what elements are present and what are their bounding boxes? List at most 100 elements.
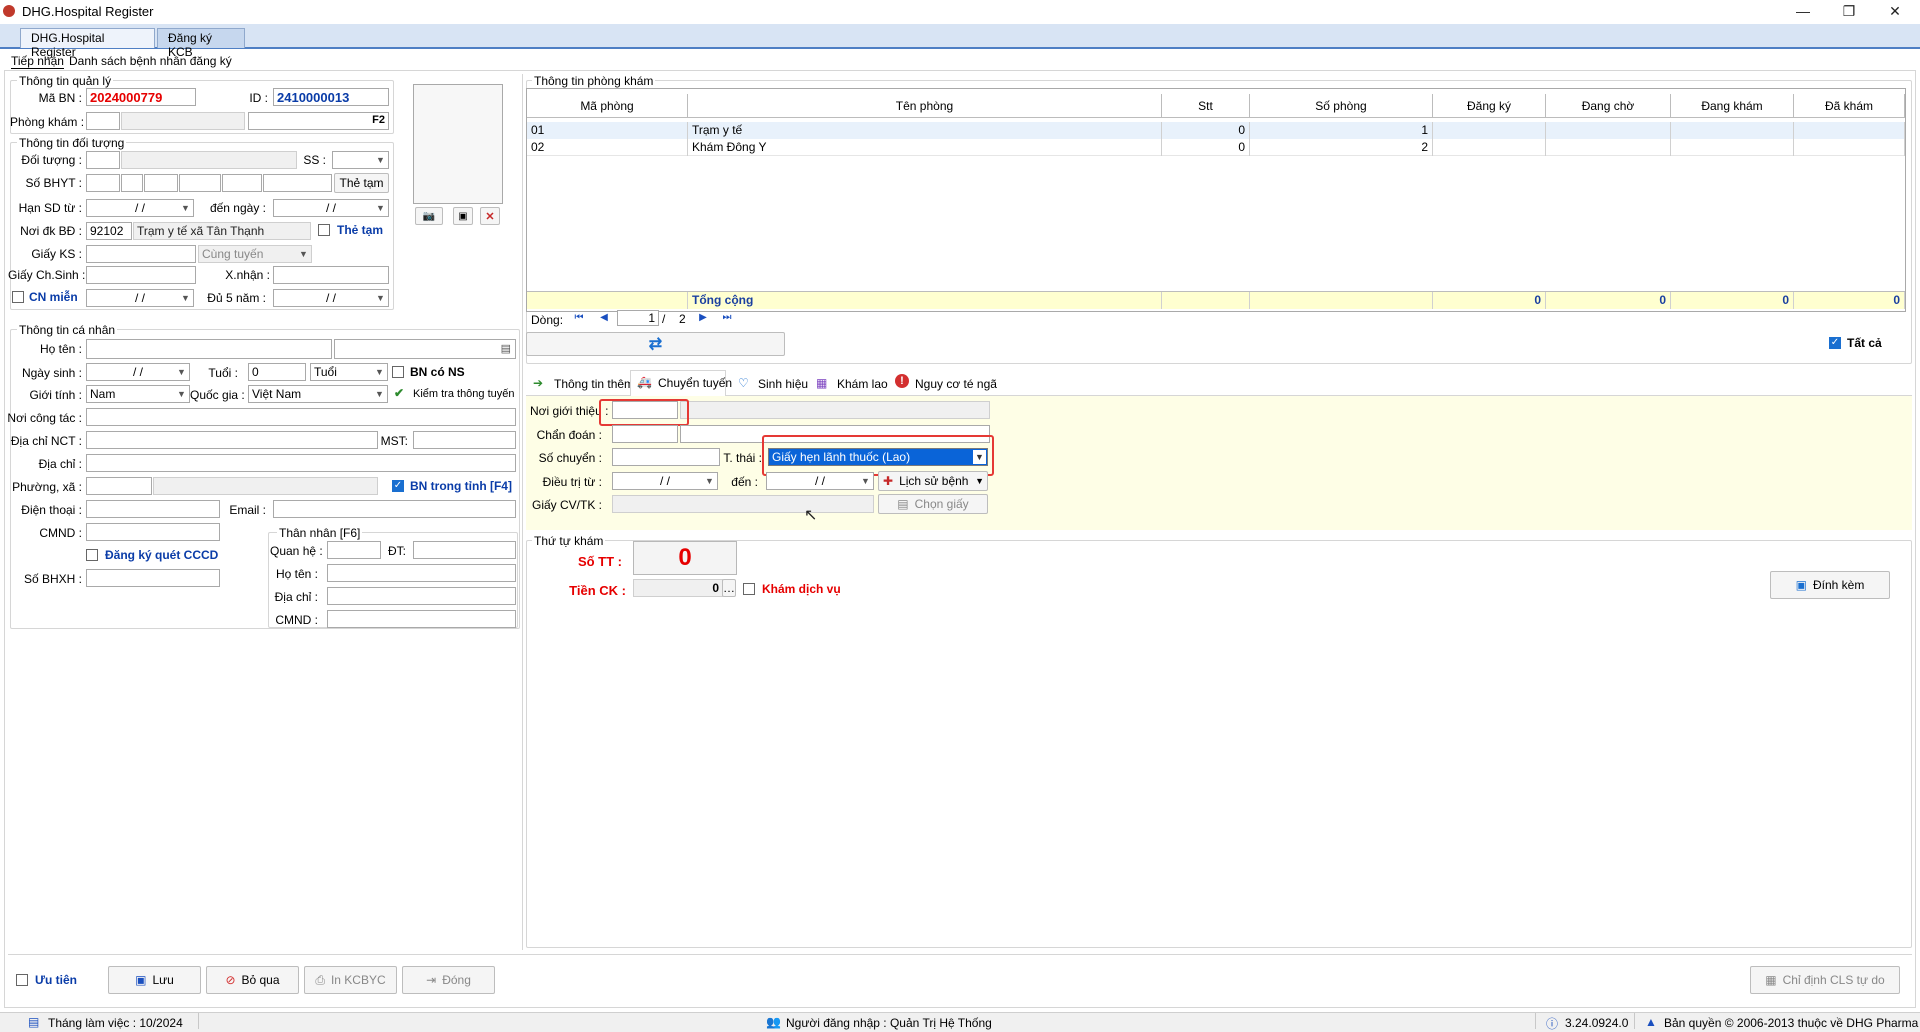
camera-capture-button[interactable]: 📷	[415, 207, 443, 225]
doi-tuong-name-field	[121, 151, 297, 169]
dinh-kem-button[interactable]: ▣ Đính kèm	[1770, 571, 1890, 599]
luu-button[interactable]: ▣ Lưu	[108, 966, 201, 994]
in-kcbyc-button[interactable]: ⎙ In KCBYC	[304, 966, 397, 994]
col-dang-ky[interactable]: Đăng ký	[1433, 94, 1546, 118]
dieu-tri-from-date[interactable]: / / ▼	[612, 472, 718, 490]
bo-qua-button[interactable]: ⊘ Bỏ qua	[206, 966, 299, 994]
dk-quet-cccd-checkbox[interactable]	[86, 549, 98, 561]
bhyt-part3-input[interactable]	[144, 174, 178, 192]
noi-cong-tac-input[interactable]	[86, 408, 516, 426]
giay-ks-input[interactable]	[86, 245, 196, 263]
page-number-input[interactable]: 1	[617, 310, 659, 326]
email-input[interactable]	[273, 500, 516, 518]
du5nam-date[interactable]: / / ▼	[273, 289, 389, 307]
doi-tuong-code-input[interactable]	[86, 151, 120, 169]
the-tam-checkbox[interactable]	[318, 224, 330, 236]
phong-kham-code-input[interactable]	[86, 112, 120, 130]
refresh-button[interactable]: ⇄	[526, 332, 785, 356]
bhyt-part5-input[interactable]	[222, 174, 262, 192]
dong-button[interactable]: ⇥ Đóng	[402, 966, 495, 994]
title-bar	[0, 0, 1920, 24]
tab-hospital-register[interactable]: DHG.Hospital Register	[20, 28, 155, 59]
photo-upload-button[interactable]: ▣	[453, 207, 473, 225]
gioi-tinh-select[interactable]: Nam ▼	[86, 385, 190, 403]
dieu-tri-to-date[interactable]: / / ▼	[766, 472, 874, 490]
col-ma-phong[interactable]: Mã phòng	[527, 94, 688, 118]
dien-thoai-input[interactable]	[86, 500, 220, 518]
so-bhxh-input[interactable]	[86, 569, 220, 587]
bhyt-part1-input[interactable]	[86, 174, 120, 192]
uu-tien-checkbox[interactable]	[16, 974, 28, 986]
so-chuyen-input[interactable]	[612, 448, 720, 466]
page-total: 2	[679, 312, 686, 326]
col-ten-phong[interactable]: Tên phòng	[688, 94, 1162, 118]
chan-doan-code-input[interactable]	[612, 425, 678, 443]
col-da-kham[interactable]: Đã khám	[1794, 94, 1905, 118]
bhyt-part4-input[interactable]	[179, 174, 221, 192]
bn-co-ns-checkbox[interactable]	[392, 366, 404, 378]
tab-tiep-nhan[interactable]: Tiếp nhận	[11, 54, 64, 69]
col-stt[interactable]: Stt	[1162, 94, 1250, 118]
tab-danh-sach-benh-nhan[interactable]: Danh sách bệnh nhân đăng ký	[69, 54, 232, 68]
col-so-phong[interactable]: Số phòng	[1250, 94, 1433, 118]
dia-chi-input[interactable]	[86, 454, 516, 472]
col-dang-cho[interactable]: Đang chờ	[1546, 94, 1671, 118]
dia-chi-nct-input[interactable]	[86, 431, 378, 449]
chi-dinh-label: Chỉ định CLS tự do	[1782, 973, 1885, 987]
bhyt-part6-input[interactable]	[263, 174, 332, 192]
ho-ten-extra-input[interactable]: ▤	[334, 339, 516, 359]
giay-chsinh-input[interactable]	[86, 266, 196, 284]
relative-cmnd-input[interactable]	[327, 610, 516, 628]
dia-chi-label: Địa chỉ :	[38, 457, 82, 471]
dt-input[interactable]	[413, 541, 516, 559]
ho-ten-input[interactable]	[86, 339, 332, 359]
last-page-icon[interactable]: ⏭	[720, 311, 734, 325]
noi-dk-code-input[interactable]: 92102	[86, 222, 132, 240]
col-dang-kham[interactable]: Đang khám	[1671, 94, 1794, 118]
kham-dich-vu-checkbox[interactable]	[743, 583, 755, 595]
cmnd-input[interactable]	[86, 523, 220, 541]
tab-chuyen-tuyen[interactable]: Chuyển tuyến	[658, 376, 732, 390]
cn-mien-date[interactable]: / / ▼	[86, 289, 194, 307]
prev-page-icon[interactable]: ◀	[597, 311, 611, 325]
close-button[interactable]: ✕	[1872, 0, 1918, 24]
phuong-xa-code-input[interactable]	[86, 477, 152, 495]
bn-trong-tinh-checkbox[interactable]: ✓	[392, 480, 404, 492]
tab-kham-lao[interactable]: Khám lao	[837, 377, 888, 391]
tuoi-stepper[interactable]: 0	[248, 363, 306, 381]
tab-nguy-co-te-nga[interactable]: Nguy cơ té ngã	[915, 377, 997, 391]
phuong-xa-name-field	[153, 477, 378, 495]
quan-he-input[interactable]	[327, 541, 381, 559]
photo-delete-button[interactable]: ✕	[480, 207, 500, 225]
ss-select[interactable]: ▼	[332, 151, 389, 169]
tab-sinh-hieu[interactable]: Sinh hiệu	[758, 377, 808, 391]
id-field[interactable]: 2410000013	[273, 88, 389, 106]
lich-su-benh-button[interactable]: ✚ Lịch sử bệnh ▼	[878, 471, 988, 491]
cn-mien-checkbox[interactable]	[12, 291, 24, 303]
relative-dia-chi-input[interactable]	[327, 587, 516, 605]
mst-input[interactable]	[413, 431, 516, 449]
ma-bn-field[interactable]: 2024000779	[86, 88, 196, 106]
tab-dang-ky-kcb[interactable]: Đăng ký KCB	[157, 28, 245, 59]
xnhan-input[interactable]	[273, 266, 389, 284]
bhyt-part2-input[interactable]	[121, 174, 143, 192]
minimize-button[interactable]: —	[1780, 0, 1826, 24]
han-sd-to-date[interactable]: / / ▼	[273, 199, 389, 217]
relative-ho-ten-input[interactable]	[327, 564, 516, 582]
maximize-button[interactable]: ❐	[1826, 0, 1872, 24]
ngay-sinh-date[interactable]: / / ▼	[86, 363, 190, 381]
next-page-icon[interactable]: ▶	[696, 311, 710, 325]
first-page-icon[interactable]: ⏮	[572, 311, 586, 325]
phong-kham-search-input[interactable]: F2	[248, 112, 389, 130]
tat-ca-checkbox[interactable]: ✓	[1829, 337, 1841, 349]
tuoi-unit-select[interactable]: Tuổi ▼	[310, 363, 388, 381]
chi-dinh-cls-button[interactable]: ▦ Chỉ định CLS tự do	[1750, 966, 1900, 994]
tab-thong-tin-them[interactable]: Thông tin thêm	[554, 377, 634, 391]
han-sd-from-date[interactable]: / / ▼	[86, 199, 194, 217]
chon-giay-button[interactable]: ▤ Chọn giấy	[878, 494, 988, 514]
noi-gioi-thieu-name-field	[680, 401, 990, 419]
tien-ck-more-button[interactable]: …	[722, 579, 736, 597]
quoc-gia-select[interactable]: Việt Nam ▼	[248, 385, 388, 403]
the-tam-button[interactable]: Thẻ tạm	[334, 173, 389, 193]
kiem-tra-thong-tuyen-button[interactable]: Kiểm tra thông tuyến	[413, 388, 515, 400]
